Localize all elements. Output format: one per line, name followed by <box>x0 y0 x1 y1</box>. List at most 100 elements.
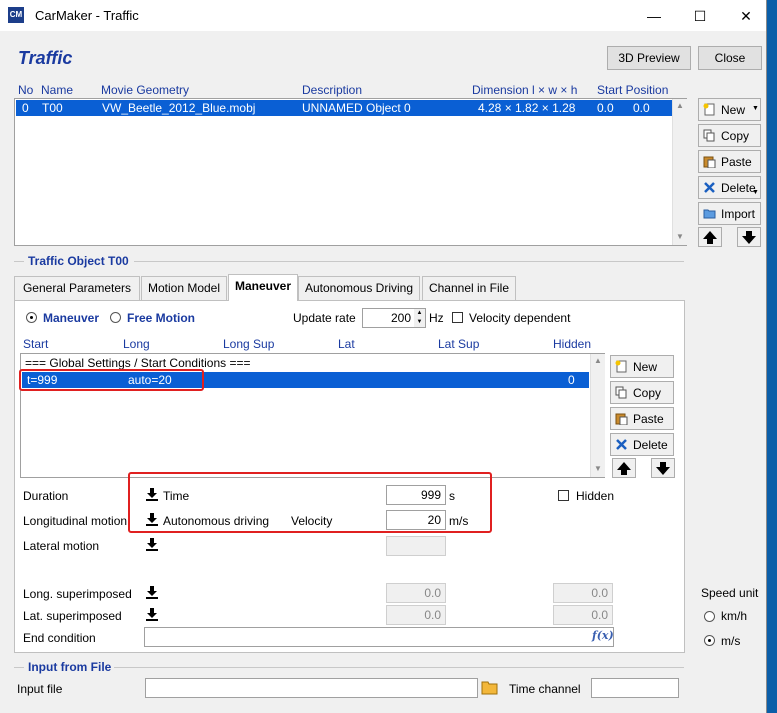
group-divider <box>134 261 684 262</box>
paste-maneuver-button[interactable]: Paste <box>610 407 674 430</box>
maneuver-up-button[interactable] <box>612 458 636 478</box>
row-pos2: 0.0 <box>633 101 650 115</box>
update-rate-unit: Hz <box>429 311 444 325</box>
row-name: T00 <box>42 101 63 115</box>
new-label: New <box>721 103 746 117</box>
copy-icon <box>615 386 627 399</box>
objects-scrollbar[interactable]: ▲ ▼ <box>672 99 687 245</box>
velocity-dependent-label: Velocity dependent <box>469 311 571 325</box>
close-button[interactable]: Close <box>698 46 762 70</box>
copy-label: Copy <box>633 386 662 400</box>
time-channel-label: Time channel <box>509 682 581 696</box>
traffic-objects-list[interactable]: 0 T00 VW_Beetle_2012_Blue.mobj UNNAMED O… <box>14 98 687 246</box>
delete-label: Delete <box>633 438 668 452</box>
maneuver-radio[interactable] <box>26 312 37 323</box>
hidden-checkbox[interactable] <box>558 490 569 501</box>
tab-maneuver[interactable]: Maneuver <box>228 274 298 301</box>
lat-sup-input-2: 0.0 <box>553 605 613 625</box>
folder-icon <box>703 209 716 219</box>
function-icon[interactable]: f(x) <box>592 629 614 642</box>
page-title: Traffic <box>18 48 73 68</box>
delete-icon <box>704 182 715 193</box>
scroll-up-icon[interactable]: ▲ <box>676 101 684 110</box>
col-dimension: Dimension l × w × h <box>472 83 578 97</box>
col-lat-sup: Lat Sup <box>438 337 480 351</box>
tab-channel-in-file[interactable]: Channel in File <box>422 276 516 300</box>
import-label: Import <box>721 207 756 221</box>
ms-radio[interactable] <box>704 635 715 646</box>
paste-object-button[interactable]: Paste <box>698 150 761 173</box>
maneuver-scrollbar[interactable]: ▲ ▼ <box>590 354 605 477</box>
download-arrow-icon[interactable] <box>145 607 159 621</box>
hidden-label: Hidden <box>576 489 615 503</box>
input-file-field[interactable] <box>145 678 478 698</box>
col-no: No <box>18 83 34 97</box>
maximize-icon[interactable]: ☐ <box>677 4 723 28</box>
close-window-icon[interactable]: ✕ <box>723 4 769 28</box>
duration-label: Duration <box>23 489 69 503</box>
arrow-down-icon <box>742 231 756 244</box>
lateral-input <box>386 536 446 556</box>
new-maneuver-button[interactable]: New <box>610 355 674 378</box>
col-start: Start <box>23 337 49 351</box>
traffic-window: CM CarMaker - Traffic — ☐ ✕ Traffic 3D P… <box>0 0 767 713</box>
dropdown-arrow-icon: ▼ <box>752 189 759 196</box>
paste-label: Paste <box>721 155 752 169</box>
velocity-dependent-checkbox[interactable] <box>452 312 463 323</box>
folder-open-icon[interactable] <box>481 679 499 696</box>
new-label: New <box>633 360 658 374</box>
tab-autonomous-driving[interactable]: Autonomous Driving <box>298 276 420 300</box>
long-sup-input-2: 0.0 <box>553 583 613 603</box>
move-up-button[interactable] <box>698 227 722 247</box>
arrow-down-icon <box>656 462 670 475</box>
list-item[interactable]: === Global Settings / Start Conditions =… <box>25 356 250 370</box>
scroll-down-icon[interactable]: ▼ <box>676 232 684 241</box>
import-object-button[interactable]: Import <box>698 202 761 225</box>
scroll-up-icon[interactable]: ▲ <box>594 356 602 365</box>
copy-icon <box>703 129 715 142</box>
move-down-button[interactable] <box>737 227 761 247</box>
col-name: Name <box>41 83 74 97</box>
scroll-down-icon[interactable]: ▼ <box>594 464 602 473</box>
time-channel-input[interactable] <box>591 678 679 698</box>
lat-sup-input-1: 0.0 <box>386 605 446 625</box>
long-sup-input-1: 0.0 <box>386 583 446 603</box>
delete-label: Delete <box>721 181 756 195</box>
col-description: Description <box>302 83 363 97</box>
new-object-button[interactable]: New ▼ <box>698 98 761 121</box>
update-rate-input[interactable]: 200 <box>362 308 416 328</box>
col-long-sup: Long Sup <box>223 337 275 351</box>
delete-icon <box>616 439 627 450</box>
maneuver-down-button[interactable] <box>651 458 675 478</box>
download-arrow-icon[interactable] <box>145 537 159 551</box>
app-icon: CM <box>8 7 24 23</box>
free-motion-radio[interactable] <box>110 312 121 323</box>
end-condition-input[interactable] <box>144 627 614 647</box>
copy-label: Copy <box>721 129 750 143</box>
col-movie-geometry: Movie Geometry <box>101 83 190 97</box>
kmh-radio[interactable] <box>704 611 715 622</box>
highlight-box <box>128 472 492 533</box>
dropdown-arrow-icon: ▼ <box>752 105 759 112</box>
copy-maneuver-button[interactable]: Copy <box>610 381 674 404</box>
new-icon <box>703 103 715 116</box>
window-title: CarMaker - Traffic <box>35 8 139 23</box>
delete-object-button[interactable]: Delete ▼ <box>698 176 761 199</box>
delete-maneuver-button[interactable]: Delete <box>610 433 674 456</box>
paste-label: Paste <box>633 412 664 426</box>
copy-object-button[interactable]: Copy <box>698 124 761 147</box>
tab-motion-model[interactable]: Motion Model <box>141 276 227 300</box>
tab-general-parameters[interactable]: General Parameters <box>14 276 140 300</box>
row-no: 0 <box>22 101 29 115</box>
col-start-position: Start Position <box>597 83 669 97</box>
update-rate-label: Update rate <box>293 311 356 325</box>
update-rate-spinner[interactable]: ▲ ▼ <box>414 308 426 328</box>
minimize-icon[interactable]: — <box>631 4 677 28</box>
download-arrow-icon[interactable] <box>145 585 159 599</box>
longitudinal-motion-label: Longitudinal motion <box>23 514 128 528</box>
lat-superimposed-label: Lat. superimposed <box>23 609 122 623</box>
table-row[interactable]: 0 T00 VW_Beetle_2012_Blue.mobj UNNAMED O… <box>16 100 672 116</box>
arrow-up-icon <box>617 462 631 475</box>
3d-preview-button[interactable]: 3D Preview <box>607 46 691 70</box>
ms-label: m/s <box>721 634 741 648</box>
